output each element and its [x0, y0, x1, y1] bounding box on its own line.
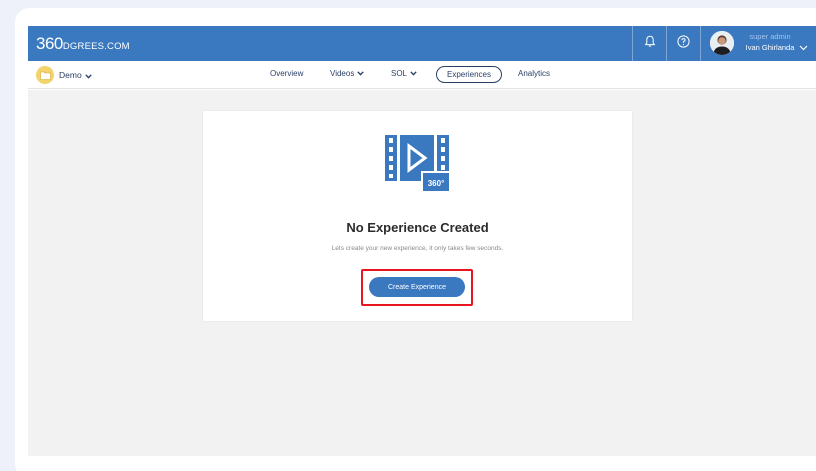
logo-text: DGREES.COM	[62, 41, 130, 52]
empty-state-title: No Experience Created	[346, 220, 489, 235]
tab-overview[interactable]: Overview	[270, 69, 303, 78]
project-selector[interactable]: Demo	[36, 66, 92, 84]
tab-experiences[interactable]: Experiences	[436, 66, 502, 83]
notifications-button[interactable]	[632, 26, 666, 61]
help-button[interactable]	[666, 26, 700, 61]
tab-sol[interactable]: SOL	[391, 69, 417, 78]
user-info: super admin Ivan Ghirlanda	[741, 32, 799, 52]
question-circle-icon	[677, 34, 690, 53]
tab-label: Experiences	[446, 70, 492, 79]
video-360-icon: 360°	[383, 133, 451, 200]
folder-icon	[36, 66, 54, 84]
chevron-down-icon	[357, 69, 365, 78]
tab-label: Analytics	[518, 69, 551, 78]
top-bar: 360DGREES.COM super admin Ivan Ghirlanda	[28, 26, 816, 61]
empty-state-subtitle: Lets create your new experience, it only…	[331, 245, 504, 252]
tab-label: Videos	[330, 69, 355, 78]
user-role: super admin	[749, 32, 791, 41]
tab-videos[interactable]: Videos	[330, 69, 365, 78]
create-experience-button[interactable]: Create Experience	[369, 277, 465, 297]
tab-label: Overview	[270, 69, 304, 78]
badge-360: 360°	[428, 179, 445, 188]
sub-navigation: Demo Overview Videos SOL Experiences Ana…	[28, 61, 816, 89]
logo-number: 360	[36, 34, 63, 53]
user-menu[interactable]: super admin Ivan Ghirlanda	[700, 26, 816, 61]
chevron-down-icon	[84, 66, 92, 84]
user-name: Ivan Ghirlanda	[745, 43, 795, 52]
empty-state-card: 360° No Experience Created Lets create y…	[203, 111, 632, 321]
chevron-down-icon	[410, 69, 417, 78]
chevron-down-icon	[799, 38, 808, 56]
tab-label: SOL	[391, 69, 408, 78]
logo[interactable]: 360DGREES.COM	[36, 34, 130, 54]
avatar	[710, 31, 734, 55]
main-content: 360° No Experience Created Lets create y…	[28, 90, 816, 456]
tab-analytics[interactable]: Analytics	[518, 69, 550, 78]
project-name: Demo	[59, 70, 82, 80]
bell-icon	[644, 35, 656, 53]
